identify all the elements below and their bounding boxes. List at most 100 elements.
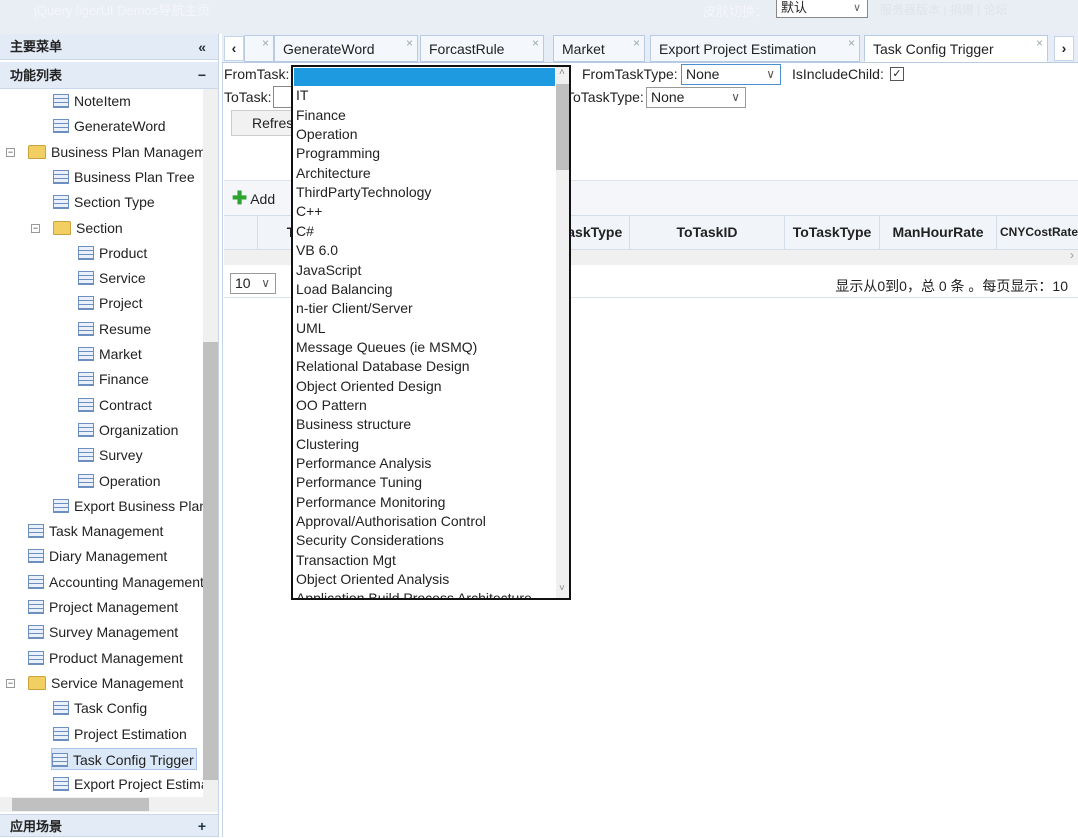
tree-item[interactable]: Service (78, 267, 146, 289)
dropdown-option[interactable]: Architecture (296, 164, 371, 183)
tree-item[interactable]: Task Config (53, 697, 147, 719)
close-icon[interactable]: × (848, 30, 855, 56)
dropdown-option[interactable]: Object Oriented Analysis (296, 570, 449, 589)
to-task-type-select[interactable]: None ∨ (646, 87, 746, 108)
scroll-up-icon[interactable]: ˄ (559, 67, 565, 78)
collapse-node-icon[interactable]: − (6, 147, 15, 157)
tab-scroll-left-icon[interactable]: ‹ (224, 36, 244, 61)
collapse-section-icon[interactable]: − (198, 62, 206, 89)
dropdown-option[interactable]: C++ (296, 202, 322, 221)
tree-item[interactable]: Market (78, 343, 142, 365)
checkbox-column[interactable] (224, 216, 258, 249)
close-icon[interactable]: × (633, 30, 640, 56)
tab-export-project-estimation[interactable]: Export Project Estimation × (650, 35, 860, 62)
tree-item[interactable]: Contract (78, 394, 152, 416)
from-task-dropdown-list[interactable]: IT Finance Operation Programming Architectur… (291, 65, 571, 600)
dropdown-option[interactable]: Security Considerations (296, 531, 444, 550)
app-title[interactable]: jQuery ligerUI Demos导航主页 (34, 0, 210, 19)
tree-item[interactable]: Survey (78, 444, 143, 466)
skin-select[interactable]: 默认 ∨ (776, 0, 868, 18)
dropdown-option[interactable]: Operation (296, 125, 357, 144)
tree-item[interactable]: Organization (78, 419, 178, 441)
scroll-right-icon[interactable]: › (1070, 248, 1074, 262)
dropdown-option[interactable]: Application Build Process Architecture (296, 589, 532, 598)
dropdown-option[interactable]: UML (296, 319, 326, 338)
dropdown-option[interactable]: Performance Tuning (296, 473, 422, 492)
tree-item[interactable]: Service Management (28, 672, 183, 694)
dropdown-option[interactable]: C# (296, 222, 314, 241)
close-icon[interactable]: × (406, 30, 413, 56)
column-header[interactable]: ToTaskID (630, 216, 785, 249)
tree-item[interactable]: Operation (78, 470, 160, 492)
collapse-node-icon[interactable]: − (6, 678, 15, 688)
dropdown-option[interactable]: VB 6.0 (296, 241, 338, 260)
dropdown-option[interactable]: Message Queues (ie MSMQ) (296, 338, 477, 357)
scroll-down-icon[interactable]: ˅ (559, 583, 565, 594)
column-header[interactable]: CNYCostRate (997, 216, 1078, 249)
dropdown-option[interactable]: OO Pattern (296, 396, 367, 415)
tree-item[interactable]: Task Config Trigger (51, 747, 197, 770)
dropdown-option[interactable]: Transaction Mgt (296, 551, 396, 570)
tree-item[interactable]: Accounting Management (28, 571, 203, 593)
dropdown-option[interactable]: JavaScript (296, 261, 361, 280)
column-header[interactable]: ToTaskType (785, 216, 880, 249)
tree-item[interactable]: Survey Management (28, 621, 178, 643)
tree-item[interactable]: Resume (78, 318, 151, 340)
tree-item[interactable]: GenerateWord (53, 115, 166, 137)
from-task-type-select[interactable]: None ∨ (681, 64, 781, 85)
dropdown-option[interactable]: n-tier Client/Server (296, 299, 413, 318)
collapse-icon[interactable]: « (198, 34, 206, 60)
tree-item-label: Survey (99, 447, 143, 464)
tab-task-config-trigger[interactable]: Task Config Trigger × (864, 35, 1048, 62)
tab-hidden[interactable]: × (244, 35, 274, 62)
tree-item[interactable]: Project (78, 292, 143, 314)
dropdown-option[interactable]: Clustering (296, 435, 359, 454)
collapse-node-icon[interactable]: − (31, 223, 40, 233)
dropdown-option[interactable]: IT (296, 86, 308, 105)
tree-item[interactable]: Project Estimation (53, 723, 187, 745)
function-list-header[interactable]: 功能列表 − (0, 62, 218, 89)
dropdown-option[interactable]: Load Balancing (296, 280, 393, 299)
dropdown-option[interactable]: Approval/Authorisation Control (296, 512, 486, 531)
tree-item[interactable]: Task Management (28, 520, 163, 542)
dropdown-option[interactable]: Object Oriented Design (296, 377, 442, 396)
tree-hscroll-thumb[interactable] (12, 798, 149, 811)
tab-generateword[interactable]: GenerateWord × (274, 35, 418, 62)
tree-item[interactable]: Export Business Plan (53, 495, 203, 517)
to-task-input[interactable] (273, 86, 293, 108)
add-button[interactable]: ✚ Add (232, 188, 275, 208)
dropdown-option[interactable]: ThirdPartyTechnology (296, 183, 431, 202)
dropdown-option[interactable]: Relational Database Design (296, 357, 470, 376)
tree-item[interactable]: Finance (78, 368, 149, 390)
dropdown-option[interactable]: Business structure (296, 415, 411, 434)
tab-forcastrule[interactable]: ForcastRule × (420, 35, 544, 62)
tree-item[interactable]: Section Type (53, 191, 155, 213)
dropdown-option[interactable]: Performance Monitoring (296, 493, 445, 512)
from-task-label: FromTask: (224, 66, 290, 82)
tree-item[interactable]: Section (53, 217, 123, 239)
tab-scroll-right-icon[interactable]: › (1054, 36, 1074, 61)
tree-item[interactable]: Business Plan Management (28, 141, 203, 163)
dropdown-option[interactable]: Finance (296, 106, 346, 125)
column-header[interactable]: ManHourRate (880, 216, 997, 249)
tree-item[interactable]: Export Project Estimation (53, 773, 203, 795)
tree-item[interactable]: NoteItem (53, 90, 131, 112)
close-icon[interactable]: × (262, 30, 269, 56)
scenarios-header[interactable]: 应用场景 + (0, 814, 218, 837)
tree-item[interactable]: Product (78, 242, 147, 264)
dropdown-option[interactable]: Programming (296, 144, 380, 163)
tree-item[interactable]: Diary Management (28, 545, 167, 567)
header-links[interactable]: 服务器版本 | 捐赠 | 论坛 (880, 1, 1040, 18)
close-icon[interactable]: × (1036, 30, 1043, 56)
tree-item[interactable]: Business Plan Tree (53, 166, 195, 188)
dropdown-option[interactable]: Performance Analysis (296, 454, 431, 473)
include-child-checkbox[interactable]: ✓ (890, 67, 904, 81)
tree-item[interactable]: Product Management (28, 647, 183, 669)
page-size-select[interactable]: 10 ∨ (230, 273, 276, 294)
tab-market[interactable]: Market × (553, 35, 645, 62)
tree-item[interactable]: Project Management (28, 596, 178, 618)
tree-scroll-thumb[interactable] (203, 342, 218, 780)
expand-icon[interactable]: + (198, 815, 206, 838)
dropdown-scroll-thumb[interactable] (556, 84, 569, 170)
close-icon[interactable]: × (532, 30, 539, 56)
